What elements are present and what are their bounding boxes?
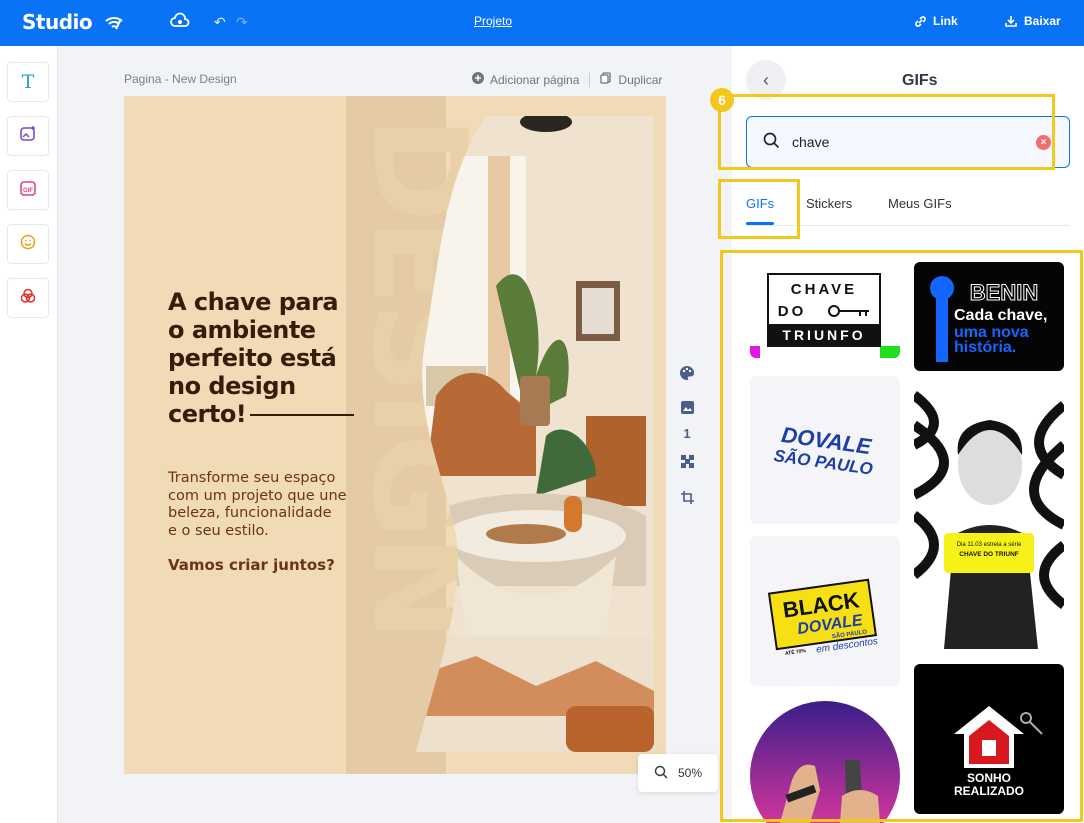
body-line: e o seu estilo. [168,522,269,539]
headline-rule [250,414,355,416]
headline[interactable]: A chave para o ambiente perfeito está no… [168,288,388,428]
duplicate-button[interactable]: Duplicar [618,73,662,87]
download-label: Baixar [1024,14,1061,28]
project-title[interactable]: Projeto [474,14,512,28]
download-button[interactable]: Baixar [1004,14,1061,28]
results-highlight [720,250,1083,822]
gif-tool-button[interactable]: GIF [7,170,49,210]
undo-icon[interactable]: ↶ [214,14,226,31]
link-label: Link [933,14,958,28]
zoom-level: 50% [677,766,703,780]
cta-text[interactable]: Vamos criar juntos? [168,556,335,574]
page-label: Pagina - New Design [124,72,237,86]
tab-stickers[interactable]: Stickers [806,196,852,211]
headline-line: A chave para [168,288,339,316]
text-icon: T [21,71,35,93]
headline-line: o ambiente [168,316,316,344]
canvas-area: Pagina - New Design Adicionar página Dup… [58,46,732,823]
headline-line: perfeito está [168,344,337,372]
image-tool-button[interactable] [7,116,49,156]
page-actions: Adicionar página Duplicar [472,72,662,87]
body-line: Transforme seu espaço [168,470,336,486]
shapes-tool-button[interactable] [7,278,49,318]
body-line: com um projeto que une [168,487,347,504]
palette-icon[interactable] [676,362,698,384]
search-highlight [718,94,1055,170]
chevron-left-icon: ‹ [763,69,769,90]
cloud-sync-icon[interactable] [170,12,190,35]
logo-wave-icon [104,13,124,36]
gif-icon: GIF [19,179,37,202]
image-icon[interactable] [676,396,698,418]
page-number: 1 [683,425,691,441]
link-button[interactable]: Link [914,14,958,28]
duplicate-icon[interactable] [600,72,612,87]
gif-panel: ‹ GIFs chave × GIFs Stickers Meus GIFs C… [718,46,1084,823]
grid-icon[interactable] [676,450,698,472]
divider [589,72,591,87]
gifs-tab-highlight [718,179,800,239]
redo-icon[interactable]: ↷ [236,14,248,31]
circles-icon [19,287,37,310]
top-bar: Studio ↶ ↷ Projeto Link Baixar [0,0,1084,46]
crop-icon[interactable] [676,486,698,508]
tab-meus-gifs[interactable]: Meus GIFs [888,196,952,211]
zoom-control[interactable]: 50% [638,754,718,792]
image-plus-icon [19,125,37,148]
body-text[interactable]: Transforme seu espaço com um projeto que… [168,470,378,540]
left-toolbar: T GIF [0,46,58,823]
link-icon [914,15,927,28]
app-logo[interactable]: Studio [22,10,93,34]
smile-icon [19,233,37,256]
body-line: beleza, funcionalidade [168,505,332,521]
interior-photo[interactable] [416,116,654,752]
text-tool-button[interactable]: T [7,62,49,102]
download-icon [1004,14,1018,28]
zoom-icon [654,765,668,782]
emoji-tool-button[interactable] [7,224,49,264]
svg-text:GIF: GIF [23,188,33,194]
headline-line: no design [168,372,296,400]
headline-line: certo! [168,400,247,428]
step-badge: 6 [710,88,734,112]
design-page[interactable]: DESIGN A chave para o ambiente perfeito … [124,96,666,774]
panel-title: GIFs [902,72,938,89]
add-page-button[interactable]: Adicionar página [490,73,579,87]
add-page-icon[interactable] [472,72,484,87]
